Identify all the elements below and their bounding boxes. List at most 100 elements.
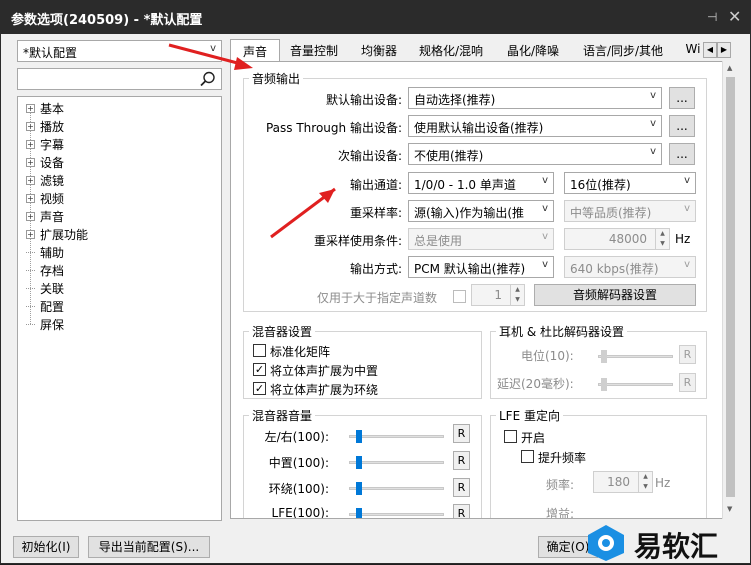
volume-slider[interactable] [349,508,444,518]
volume-row-label: LFE(100): [271,506,329,519]
slider-thumb[interactable] [356,430,363,443]
stepper-arrows-icon[interactable]: ▲ ▼ [638,472,652,492]
tree-item[interactable]: + 播放 [26,117,64,135]
close-icon[interactable]: ✕ [728,7,741,26]
tree-item[interactable]: + 设备 [26,153,64,171]
tab-volume[interactable]: 音量控制 [286,39,342,61]
tree-item[interactable]: 关联 [26,279,64,297]
volume-slider[interactable] [349,430,444,443]
default-device-select[interactable]: 自动选择(推荐) v [408,87,662,109]
watermark-text: 易软汇 [634,530,719,563]
volume-reset-button[interactable]: R [453,478,470,497]
lfe-enable-checkbox[interactable] [504,430,517,443]
tab-crystal-denoise[interactable]: 晶化/降噪 [502,39,564,61]
volume-reset-button[interactable]: R [453,504,470,518]
normalize-matrix-checkbox[interactable] [253,344,266,357]
quality-select[interactable]: 中等品质(推荐) v [564,200,696,222]
passthrough-select[interactable]: 使用默认输出设备(推荐) v [408,115,662,137]
chevron-down-icon: v [542,203,548,214]
scroll-up-icon[interactable]: ▲ [727,64,732,72]
tab-equalizer[interactable]: 均衡器 [356,39,402,61]
slider-thumb[interactable] [356,508,363,518]
slider-thumb[interactable] [601,378,607,391]
secondary-device-more-button[interactable]: ... [669,143,695,165]
tree-item[interactable]: 存档 [26,261,64,279]
boost-frequency-checkbox[interactable] [521,450,534,463]
resample-select[interactable]: 源(输入)作为输出(推 v [408,200,554,222]
slider-thumb[interactable] [356,482,363,495]
category-tree[interactable]: + 基本 + 播放 + 字幕 + 设备 + 滤镜 + 视频 + 声音 + 扩展功能 辅助 存档 … [17,96,222,521]
level-slider[interactable] [598,350,673,363]
expand-icon[interactable]: + [26,121,35,131]
passthrough-more-button[interactable]: ... [669,115,695,137]
tree-item[interactable]: + 视频 [26,189,64,207]
stereo-center-checkbox[interactable]: ✓ [253,363,266,376]
tab-scroll-right-icon[interactable]: ▶ [717,42,731,58]
volume-slider[interactable] [349,456,444,469]
pin-icon[interactable]: ⊣ [707,10,721,24]
expand-icon[interactable]: + [26,103,35,113]
tree-item[interactable]: + 基本 [26,99,64,117]
delay-reset-button[interactable]: R [679,373,696,392]
tree-item[interactable]: + 字幕 [26,135,64,153]
chevron-down-icon: v [650,146,656,157]
lfe-enable-label: 开启 [521,431,546,445]
tree-item[interactable]: + 扩展功能 [26,225,88,243]
title-bar[interactable]: 参数选项(240509) - *默认配置 ⊣ ✕ [1,1,751,34]
resample-condition-select[interactable]: 总是使用 v [408,228,554,250]
slider-thumb[interactable] [601,350,607,363]
expand-icon[interactable]: + [26,139,35,149]
bit-depth-select[interactable]: 16位(推荐) v [564,172,696,194]
bitrate-select[interactable]: 640 kbps(推荐) v [564,256,696,278]
stereo-center-label: 将立体声扩展为中置 [270,364,379,378]
audio-decoder-settings-button[interactable]: 音频解码器设置 [534,284,696,306]
level-reset-button[interactable]: R [679,345,696,364]
stepper-arrows-icon[interactable]: ▲ ▼ [510,285,524,305]
tab-scroll-left-icon[interactable]: ◀ [703,42,717,58]
volume-row-label: 中置(100): [268,456,329,470]
tree-item[interactable]: + 声音 [26,207,64,225]
panel-scrollbar[interactable]: ▲ ▼ [722,61,738,519]
chevron-down-icon: v [684,259,690,270]
tree-item[interactable]: 屏保 [26,315,64,333]
normalize-matrix-label: 标准化矩阵 [270,345,331,359]
initialize-button[interactable]: 初始化(I) [13,536,79,558]
level-label: 电位(10): [521,349,574,363]
expand-icon[interactable]: + [26,229,35,239]
expand-icon[interactable]: + [26,175,35,185]
tab-overflow[interactable]: Wi [682,39,704,61]
scroll-down-icon[interactable]: ▼ [727,505,732,513]
delay-slider[interactable] [598,378,673,391]
frequency-stepper[interactable]: 180 ▲ ▼ [593,471,653,493]
only-channels-checkbox[interactable] [453,290,466,303]
expand-icon[interactable]: + [26,193,35,203]
annotation-arrow-line [168,43,246,67]
tree-item[interactable]: 配置 [26,297,64,315]
channel-select[interactable]: 1/0/0 - 1.0 单声道 v [408,172,554,194]
channel-label: 输出通道: [349,178,402,192]
volume-reset-button[interactable]: R [453,424,470,443]
chevron-down-icon: v [650,118,656,129]
tab-language-sync[interactable]: 语言/同步/其他 [578,39,668,61]
output-mode-select[interactable]: PCM 默认输出(推荐) v [408,256,554,278]
expand-icon[interactable]: + [26,157,35,167]
export-config-button[interactable]: 导出当前配置(S)... [88,536,210,558]
only-channels-stepper[interactable]: 1 ▲ ▼ [471,284,525,306]
gain-label: 增益: [546,507,575,519]
volume-slider[interactable] [349,482,444,495]
stereo-surround-checkbox[interactable]: ✓ [253,382,266,395]
tree-item[interactable]: 辅助 [26,243,64,261]
stepper-arrows-icon[interactable]: ▲ ▼ [655,229,669,249]
secondary-device-select[interactable]: 不使用(推荐) v [408,143,662,165]
slider-thumb[interactable] [356,456,363,469]
chevron-down-icon: v [684,203,690,214]
expand-icon[interactable]: + [26,211,35,221]
scrollbar-thumb[interactable] [726,77,735,497]
preferences-window: 参数选项(240509) - *默认配置 ⊣ ✕ *默认配置 v + 基本 + 播放… [0,0,751,564]
default-device-more-button[interactable]: ... [669,87,695,109]
tab-normalize-reverb[interactable]: 规格化/混响 [414,39,488,61]
sample-rate-stepper[interactable]: 48000 ▲ ▼ [564,228,670,250]
volume-reset-button[interactable]: R [453,451,470,470]
tree-item[interactable]: + 滤镜 [26,171,64,189]
settings-tabs: 声音 音量控制 均衡器 规格化/混响 晶化/降噪 语言/同步/其他 Wi [230,39,722,63]
